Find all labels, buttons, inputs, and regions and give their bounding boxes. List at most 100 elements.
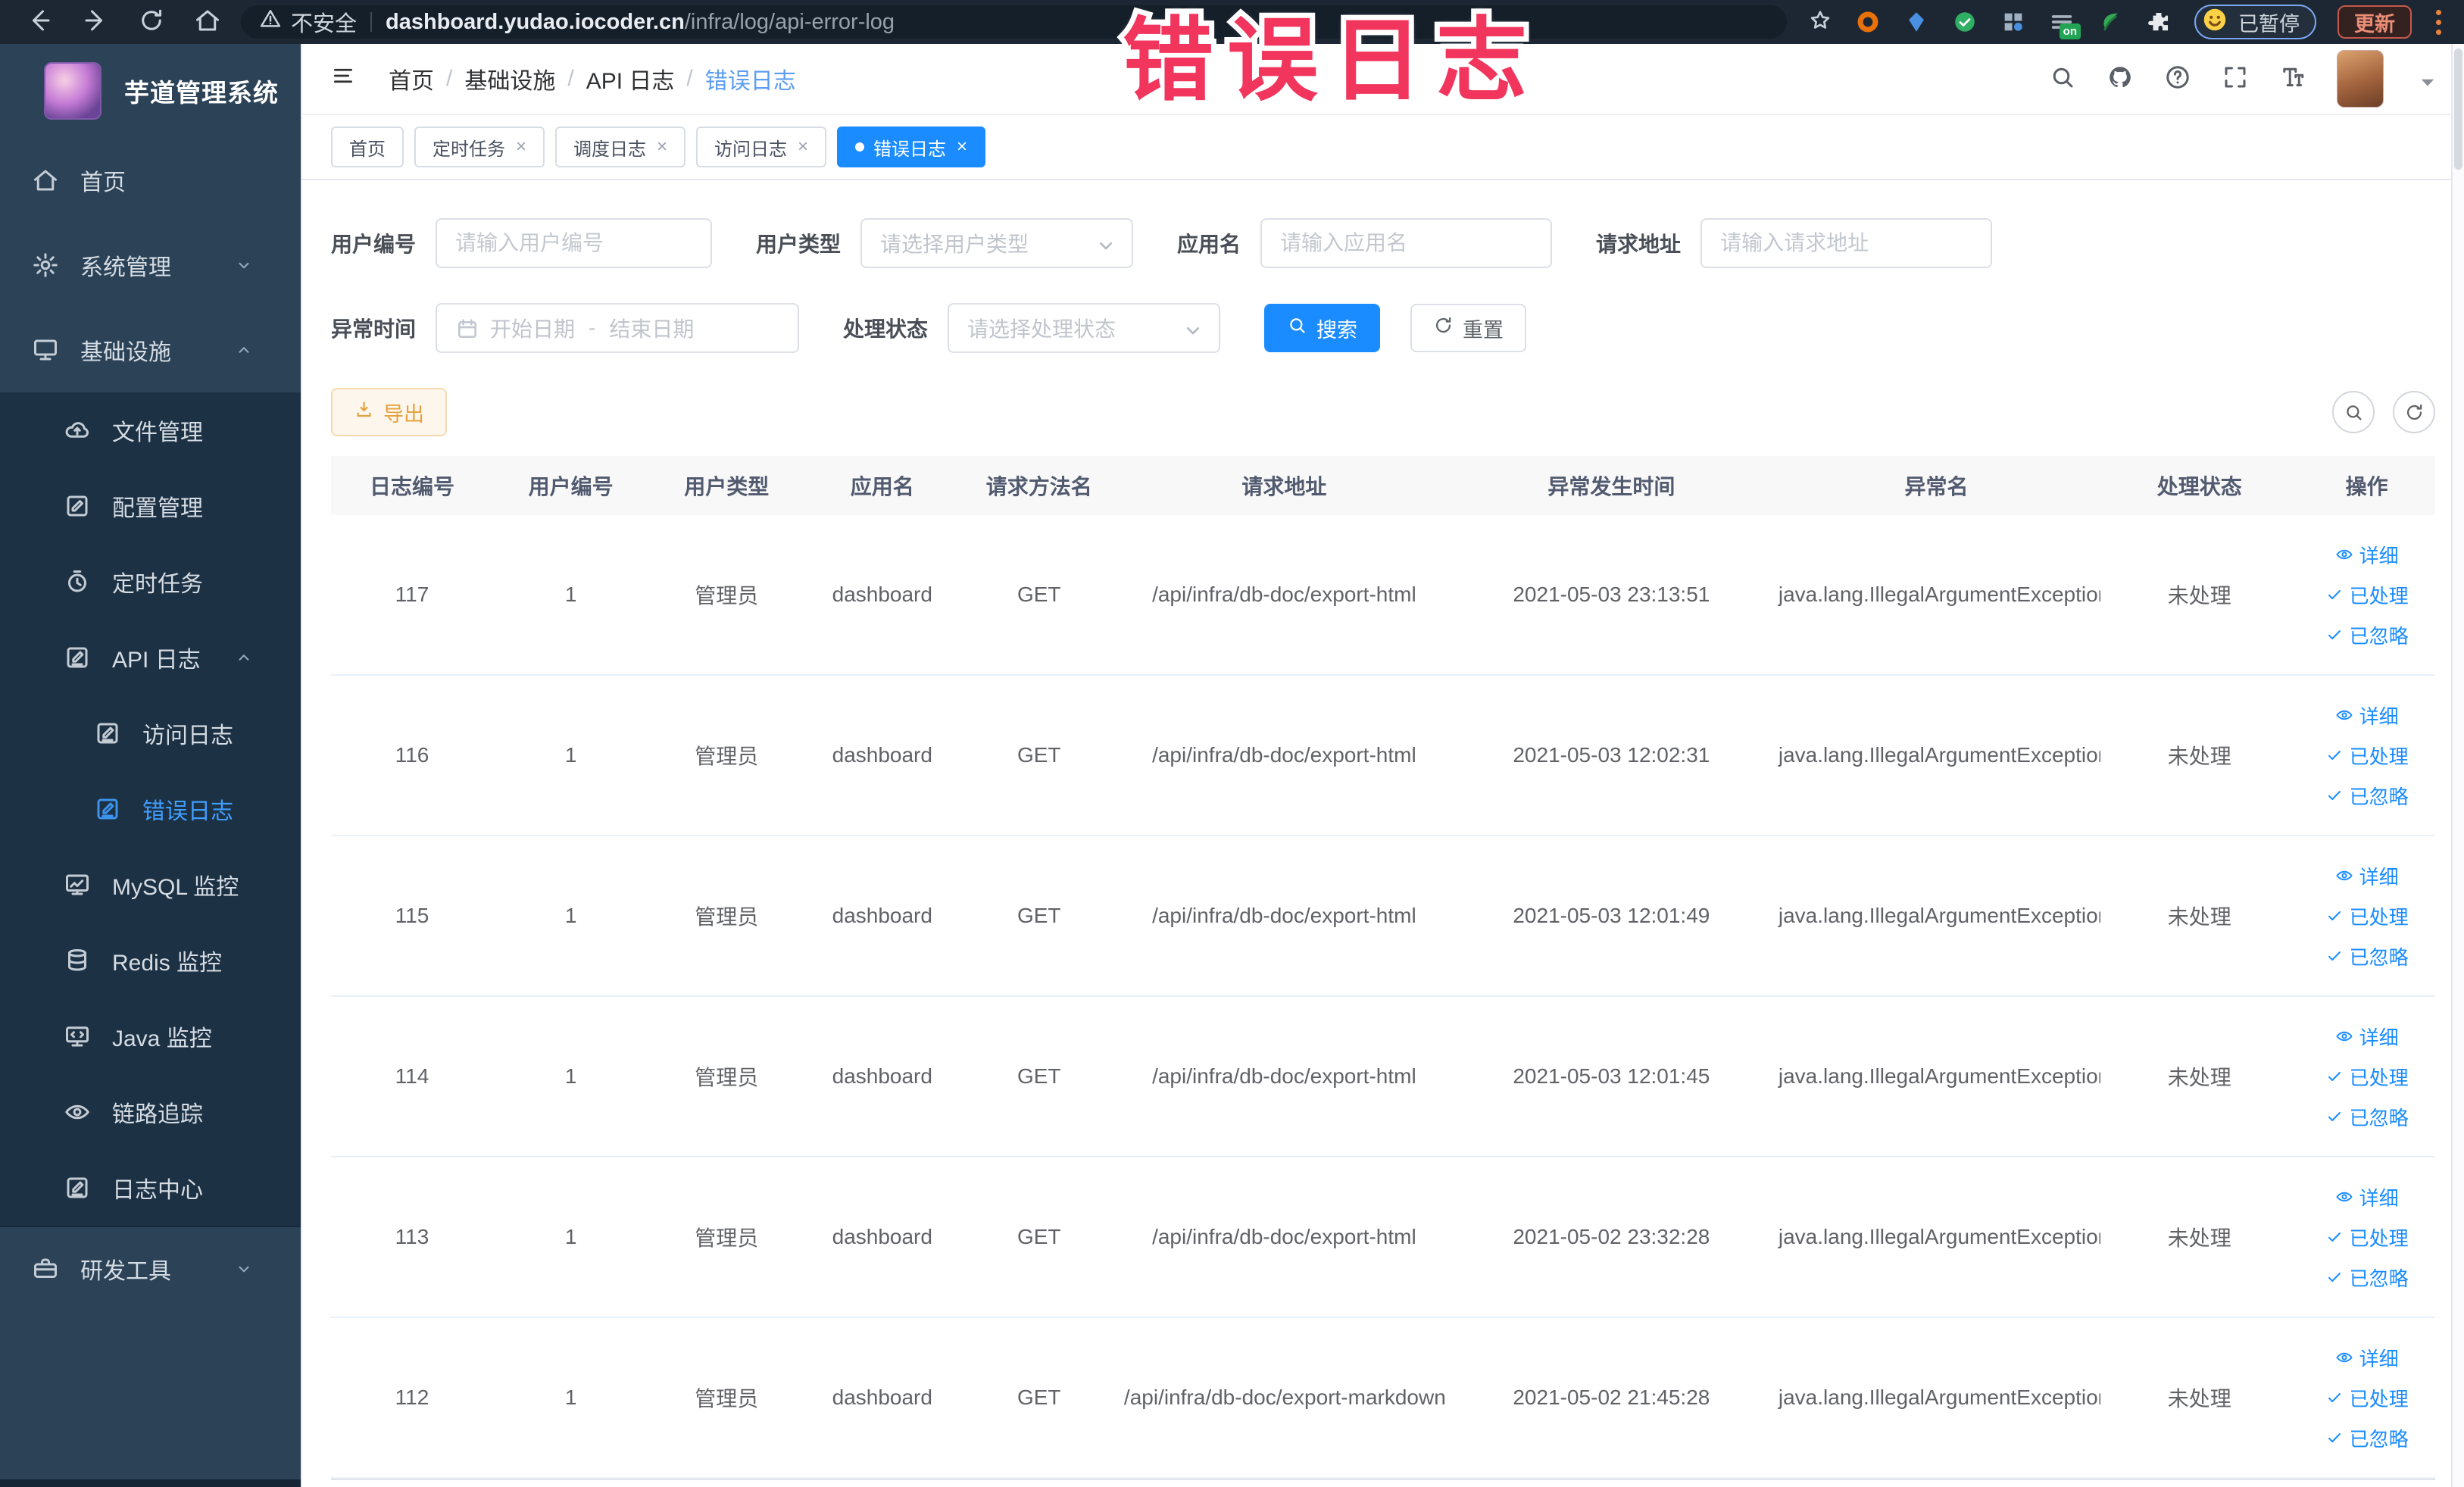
action-link-详细[interactable]: 详细 (2335, 701, 2399, 729)
user-id-field[interactable] (455, 231, 693, 255)
browser-back-icon[interactable] (26, 7, 53, 38)
extension-list[interactable]: on (2047, 8, 2081, 39)
github-icon[interactable] (2106, 64, 2134, 95)
sidebar-item-定时任务[interactable]: 定时任务 (0, 544, 301, 620)
app-name-cell: dashboard (832, 743, 932, 767)
user-type-select[interactable]: 请选择用户类型 (860, 218, 1134, 268)
sidebar-item-label: 定时任务 (112, 572, 203, 597)
sidebar-item-配置管理[interactable]: 配置管理 (0, 468, 301, 544)
action-link-详细[interactable]: 详细 (2335, 1344, 2399, 1372)
sidebar-item-Redis 监控[interactable]: Redis 监控 (0, 923, 301, 998)
action-link-已忽略[interactable]: 已忽略 (2325, 1103, 2409, 1131)
sidebar-item-label: 访问日志 (142, 723, 233, 748)
tab-定时任务[interactable]: 定时任务 × (414, 127, 545, 167)
column-header: 异常发生时间 (1547, 475, 1675, 498)
action-link-已处理[interactable]: 已处理 (2325, 902, 2409, 930)
action-link-已处理[interactable]: 已处理 (2325, 742, 2409, 770)
action-link-已忽略[interactable]: 已忽略 (2325, 1264, 2409, 1292)
breadcrumb-item[interactable]: 基础设施 (464, 62, 555, 95)
action-link-已处理[interactable]: 已处理 (2325, 581, 2409, 609)
browser-forward-icon[interactable] (82, 7, 109, 38)
tab-首页[interactable]: 首页 (331, 127, 404, 167)
sidebar-item-日志中心[interactable]: 日志中心 (0, 1150, 301, 1226)
action-link-详细[interactable]: 详细 (2335, 541, 2399, 569)
tab-close-icon[interactable]: × (798, 136, 808, 158)
extension-blue-shield[interactable] (1902, 8, 1931, 36)
extension-orange-ring[interactable] (1853, 8, 1882, 36)
toggle-search-button[interactable] (2332, 391, 2375, 433)
sidebar-item-label: 错误日志 (142, 799, 233, 824)
tab-close-icon[interactable]: × (957, 136, 967, 158)
avatar-caret-down-icon[interactable] (2414, 69, 2434, 89)
action-link-已处理[interactable]: 已处理 (2325, 1223, 2409, 1251)
action-link-详细[interactable]: 详细 (2335, 1183, 2399, 1211)
action-link-已处理[interactable]: 已处理 (2325, 1384, 2409, 1412)
action-link-详细[interactable]: 详细 (2335, 862, 2399, 890)
app-name-input[interactable] (1260, 218, 1553, 268)
scrollbar-thumb[interactable] (2454, 48, 2462, 170)
column-header: 日志编号 (369, 475, 454, 498)
sidebar-item-系统管理[interactable]: 系统管理 (0, 223, 301, 308)
tab-错误日志[interactable]: 错误日志 × (837, 127, 986, 167)
sidebar-item-Java 监控[interactable]: Java 监控 (0, 998, 301, 1074)
hamburger-icon[interactable] (331, 64, 361, 94)
browser-menu-icon[interactable] (2433, 7, 2444, 38)
app-name-cell: dashboard (832, 1225, 932, 1248)
sidebar-item-API 日志[interactable]: API 日志 (0, 620, 301, 695)
tab-close-icon[interactable]: × (516, 136, 526, 158)
page-scrollbar[interactable] (2451, 44, 2464, 1487)
breadcrumb: 首页 / 基础设施 / API 日志 / 错误日志 (389, 62, 796, 95)
browser-reload-icon[interactable] (138, 7, 165, 38)
request-url-field[interactable] (1720, 231, 1973, 255)
bookmark-star-icon[interactable] (1808, 8, 1832, 36)
browser-home-icon[interactable] (194, 7, 221, 38)
sidebar-item-链路追踪[interactable]: 链路追踪 (0, 1074, 301, 1150)
header-search-icon[interactable] (2049, 64, 2076, 95)
address-bar[interactable]: 不安全 dashboard.yudao.iocoder.cn /infra/lo… (241, 5, 1787, 39)
extension-green-check[interactable] (1950, 8, 1979, 36)
refresh-table-button[interactable] (2393, 391, 2435, 433)
breadcrumb-item[interactable]: API 日志 (586, 62, 675, 95)
reset-button[interactable]: 重置 (1410, 304, 1527, 352)
fullscreen-icon[interactable] (2222, 64, 2249, 95)
breadcrumb-item[interactable]: 首页 (389, 62, 434, 95)
extensions-puzzle[interactable] (2144, 8, 2173, 36)
sidebar-item-研发工具[interactable]: 研发工具 (0, 1226, 301, 1310)
export-button[interactable]: 导出 (331, 388, 447, 436)
process-status-select[interactable]: 请选择处理状态 (948, 303, 1221, 353)
action-link-已处理[interactable]: 已处理 (2325, 1063, 2409, 1091)
font-size-icon[interactable] (2279, 64, 2306, 95)
extension-green-leaf[interactable] (2096, 8, 2125, 36)
request-url-input[interactable] (1700, 218, 1993, 268)
sidebar-item-错误日志[interactable]: 错误日志 (0, 771, 301, 847)
tab-调度日志[interactable]: 调度日志 × (555, 127, 686, 167)
status-cell: 未处理 (2167, 905, 2231, 929)
sidebar-logo-row[interactable]: 芋道管理系统 (0, 44, 301, 138)
action-link-已忽略[interactable]: 已忽略 (2325, 942, 2409, 970)
app-name-field[interactable] (1280, 231, 1533, 255)
sidebar-item-基础设施[interactable]: 基础设施 (0, 308, 301, 392)
exception-time-range-picker[interactable]: 开始日期 - 结束日期 (436, 303, 800, 353)
action-link-已忽略[interactable]: 已忽略 (2325, 621, 2409, 649)
chrome-update-button[interactable]: 更新 (2338, 5, 2412, 39)
request-url-cell: /api/infra/db-doc/export-html (1152, 904, 1416, 927)
action-link-已忽略[interactable]: 已忽略 (2325, 1424, 2409, 1452)
action-link-详细[interactable]: 详细 (2335, 1023, 2399, 1051)
user-id-input[interactable] (436, 218, 713, 268)
user-type-cell: 管理员 (695, 1066, 759, 1089)
tab-访问日志[interactable]: 访问日志 × (696, 127, 827, 167)
help-icon[interactable] (2164, 64, 2191, 95)
sidebar-item-MySQL 监控[interactable]: MySQL 监控 (0, 847, 301, 923)
user-avatar[interactable] (2337, 50, 2384, 108)
extension-grid[interactable] (1999, 8, 2028, 36)
user-id-cell: 1 (564, 904, 577, 927)
tab-close-icon[interactable]: × (657, 136, 667, 158)
action-link-已忽略[interactable]: 已忽略 (2325, 782, 2409, 810)
exception-name-cell: java.lang.IllegalArgumentException (1778, 1225, 2101, 1248)
sidebar-item-访问日志[interactable]: 访问日志 (0, 695, 301, 771)
check-icon (2328, 951, 2341, 961)
sidebar-item-文件管理[interactable]: 文件管理 (0, 392, 301, 468)
sidebar-item-首页[interactable]: 首页 (0, 138, 301, 223)
search-button[interactable]: 搜索 (1264, 304, 1381, 352)
browser-profile-button[interactable]: 已暂停 (2194, 5, 2316, 39)
